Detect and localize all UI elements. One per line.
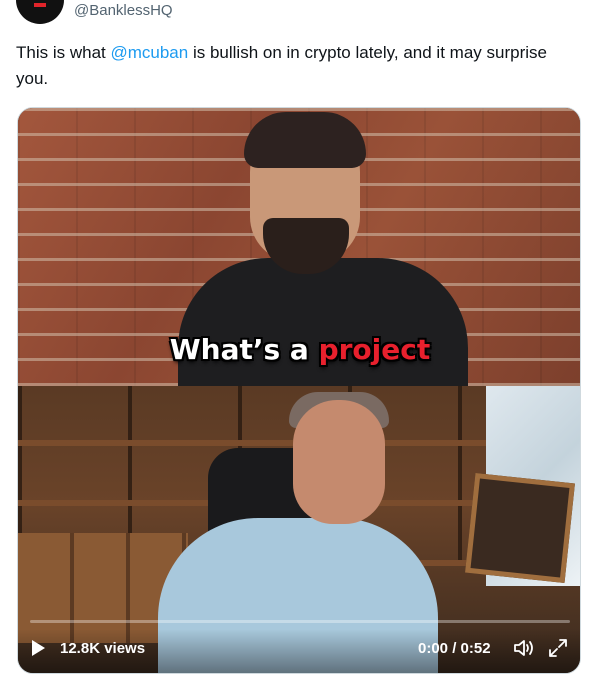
avatar[interactable] [16,0,64,24]
picture-frame [465,473,575,583]
view-count: 12.8K views [60,640,146,657]
caption-red-text: project [318,333,431,366]
tweet-header: @BanklessHQ [16,0,576,30]
play-icon[interactable] [32,640,45,656]
mention-link[interactable]: @mcuban [110,43,188,62]
logo-red-accent [34,3,46,7]
progress-bar[interactable] [30,620,570,623]
video-time: 0:00 / 0:52 [418,640,491,657]
volume-icon[interactable] [513,638,535,658]
tweet-text-before: This is what [16,43,111,62]
tweet-text: This is what @mcuban is bullish on in cr… [16,40,582,92]
video-player[interactable]: What’s a project 12.8K views 0:00 / 0:52 [17,107,581,674]
bottom-person-head [293,400,385,524]
video-caption: What’s a project [18,333,580,367]
user-handle[interactable]: @BanklessHQ [74,2,173,19]
fullscreen-icon[interactable] [548,638,568,658]
top-person-body [178,258,468,398]
top-person-hair [244,112,366,168]
caption-white-text: What’s a [169,333,319,366]
